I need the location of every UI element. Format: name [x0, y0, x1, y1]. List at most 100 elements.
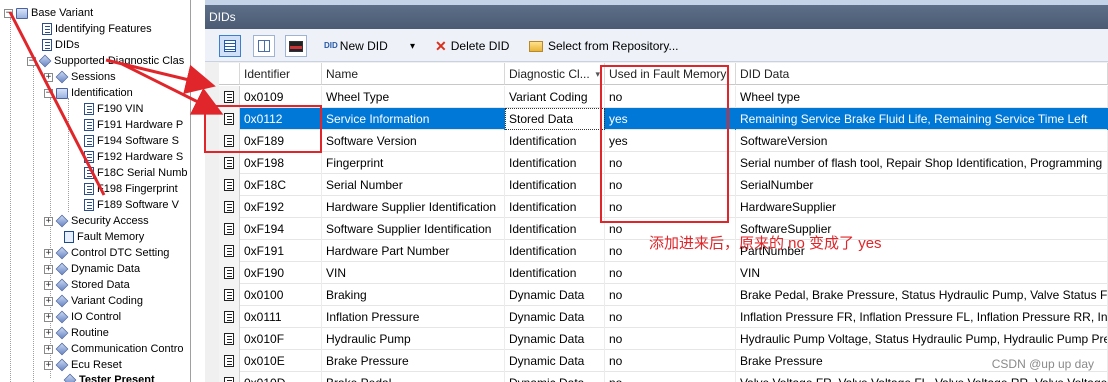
cell-name[interactable]: Hardware Part Number	[322, 240, 505, 262]
column-header-name[interactable]: Name	[322, 63, 505, 85]
expand-icon[interactable]: +	[44, 328, 53, 338]
collapse-icon[interactable]: −	[27, 56, 36, 66]
cell-name[interactable]: Wheel Type	[322, 86, 505, 108]
cell-did-data[interactable]: Wheel type	[736, 86, 1108, 108]
table-row[interactable]: 0x010F Hydraulic Pump Dynamic Data no Hydrau…	[219, 328, 1108, 350]
table-row[interactable]: 0xF190 VIN Identification no VIN	[219, 262, 1108, 284]
cell-used-in-fault-memory[interactable]: no	[605, 350, 736, 372]
expand-icon[interactable]: +	[44, 264, 53, 274]
cell-used-in-fault-memory[interactable]: no	[605, 262, 736, 284]
table-row[interactable]: 0x0100 Braking Dynamic Data no Brake Pedal, …	[219, 284, 1108, 306]
cell-name[interactable]: Braking	[322, 284, 505, 306]
tree-node-communication-control[interactable]: + Communication Contro	[44, 341, 184, 357]
cell-diagnostic-class[interactable]: Identification	[505, 218, 605, 240]
cell-name[interactable]: VIN	[322, 262, 505, 284]
cell-name[interactable]: Service Information	[322, 108, 505, 130]
cell-diagnostic-class[interactable]: Identification	[505, 196, 605, 218]
cell-used-in-fault-memory[interactable]: no	[605, 328, 736, 350]
cell-did-data[interactable]: Remaining Service Brake Fluid Life, Rema…	[736, 108, 1108, 130]
cell-name[interactable]: Serial Number	[322, 174, 505, 196]
delete-did-button[interactable]: ✕ Delete DID	[435, 35, 509, 57]
cell-name[interactable]: Software Supplier Identification	[322, 218, 505, 240]
cell-diagnostic-class[interactable]: Dynamic Data	[505, 372, 605, 382]
cell-name[interactable]: Brake Pressure	[322, 350, 505, 372]
cell-did-data[interactable]: SoftwareVersion	[736, 130, 1108, 152]
cell-did-data[interactable]: Brake Pedal, Brake Pressure, Status Hydr…	[736, 284, 1108, 306]
table-row[interactable]: 0x0111 Inflation Pressure Dynamic Data no In…	[219, 306, 1108, 328]
row-header[interactable]	[219, 372, 240, 382]
tree-node-f191[interactable]: F191 Hardware P	[84, 117, 183, 133]
tree-node-f198[interactable]: F198 Fingerprint	[84, 181, 178, 197]
tree-node-f194[interactable]: F194 Software S	[84, 133, 179, 149]
cell-identifier[interactable]: 0x010D	[240, 372, 322, 382]
tree-node-control-dtc-setting[interactable]: + Control DTC Setting	[44, 245, 169, 261]
cell-name[interactable]: Hydraulic Pump	[322, 328, 505, 350]
row-header[interactable]	[219, 196, 240, 218]
tree-node-security-access[interactable]: + Security Access	[44, 213, 149, 229]
cell-name[interactable]: Hardware Supplier Identification	[322, 196, 505, 218]
new-did-button[interactable]: DID New DID	[324, 35, 388, 57]
cell-diagnostic-class[interactable]: Variant Coding	[505, 86, 605, 108]
tree-node-identification[interactable]: − Identification	[44, 85, 133, 101]
cell-diagnostic-class[interactable]: Dynamic Data	[505, 328, 605, 350]
cell-identifier[interactable]: 0xF194	[240, 218, 322, 240]
tree-node-f18c[interactable]: F18C Serial Numb	[84, 165, 187, 181]
tree-node-tester-present[interactable]: Tester Present	[63, 372, 155, 382]
collapse-icon[interactable]: −	[4, 8, 13, 18]
cell-identifier[interactable]: 0x0100	[240, 284, 322, 306]
cell-identifier[interactable]: 0xF192	[240, 196, 322, 218]
expand-icon[interactable]: +	[44, 360, 53, 370]
row-header[interactable]	[219, 350, 240, 372]
row-header[interactable]	[219, 240, 240, 262]
expand-icon[interactable]: +	[44, 280, 53, 290]
row-header[interactable]	[219, 284, 240, 306]
cell-did-data[interactable]: Hydraulic Pump Voltage, Status Hydraulic…	[736, 328, 1108, 350]
cell-diagnostic-class[interactable]: Stored Data	[505, 108, 605, 130]
table-row[interactable]: 0x010E Brake Pressure Dynamic Data no Brake …	[219, 350, 1108, 372]
column-header-did-data[interactable]: DID Data	[736, 63, 1108, 85]
cell-diagnostic-class[interactable]: Identification	[505, 174, 605, 196]
cell-identifier[interactable]: 0x010E	[240, 350, 322, 372]
expand-icon[interactable]: +	[44, 344, 53, 354]
cell-did-data[interactable]: VIN	[736, 262, 1108, 284]
table-row[interactable]: 0x010DBrake PedalDynamic DatanoValve Vol…	[219, 372, 1108, 382]
cell-diagnostic-class[interactable]: Identification	[505, 262, 605, 284]
cell-diagnostic-class[interactable]: Dynamic Data	[505, 306, 605, 328]
expand-icon[interactable]: +	[44, 296, 53, 306]
tree-node-sessions[interactable]: + Sessions	[44, 69, 116, 85]
cell-used-in-fault-memory[interactable]: no	[605, 306, 736, 328]
tree-node-fault-memory[interactable]: Fault Memory	[64, 229, 144, 245]
tree-node-base-variant[interactable]: − Base Variant	[4, 5, 93, 21]
tree-node-dynamic-data[interactable]: + Dynamic Data	[44, 261, 140, 277]
tree-node-variant-coding[interactable]: + Variant Coding	[44, 293, 143, 309]
expand-icon[interactable]: +	[44, 312, 53, 322]
tree-node-routine[interactable]: + Routine	[44, 325, 109, 341]
cell-diagnostic-class[interactable]: Dynamic Data	[505, 350, 605, 372]
select-from-repository-button[interactable]: Select from Repository...	[529, 35, 679, 57]
cell-used-in-fault-memory[interactable]: no	[605, 372, 736, 382]
cell-identifier[interactable]: 0x0111	[240, 306, 322, 328]
cell-diagnostic-class[interactable]: Identification	[505, 130, 605, 152]
expand-icon[interactable]: +	[44, 216, 53, 226]
tree-node-supported-diagnostic-classes[interactable]: − Supported Diagnostic Clas	[27, 53, 184, 69]
cell-did-data[interactable]: Serial number of flash tool, Repair Shop…	[736, 152, 1108, 174]
expand-icon[interactable]: +	[44, 248, 53, 258]
row-header[interactable]	[219, 306, 240, 328]
tree-node-stored-data[interactable]: + Stored Data	[44, 277, 130, 293]
cell-name[interactable]: Brake Pedal	[322, 372, 505, 382]
cell-identifier[interactable]: 0xF191	[240, 240, 322, 262]
collapse-icon[interactable]: −	[44, 88, 53, 98]
cell-identifier[interactable]: 0xF198	[240, 152, 322, 174]
cell-did-data[interactable]: Inflation Pressure FR, Inflation Pressur…	[736, 306, 1108, 328]
cell-did-data[interactable]: Valve Voltage FR, Valve Voltage FL, Valv…	[736, 372, 1108, 382]
cell-name[interactable]: Inflation Pressure	[322, 306, 505, 328]
tree-node-dids[interactable]: DIDs	[42, 37, 79, 53]
column-header-identifier[interactable]: Identifier	[240, 63, 322, 85]
cell-diagnostic-class[interactable]: Dynamic Data	[505, 284, 605, 306]
tree-node-identifying-features[interactable]: Identifying Features	[42, 21, 152, 37]
cell-identifier[interactable]: 0xF190	[240, 262, 322, 284]
row-header[interactable]	[219, 174, 240, 196]
tree-node-f192[interactable]: F192 Hardware S	[84, 149, 183, 165]
expand-icon[interactable]: +	[44, 72, 53, 82]
cell-used-in-fault-memory[interactable]: no	[605, 284, 736, 306]
